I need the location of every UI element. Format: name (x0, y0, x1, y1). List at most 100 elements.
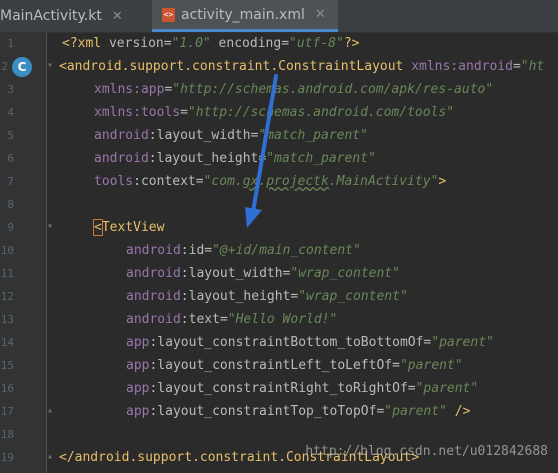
class-gutter-icon[interactable]: C (12, 57, 32, 77)
attribute-value: .MainActivity" (328, 174, 439, 189)
xml-declaration: <?xml (62, 36, 109, 51)
attribute-value: "parent" (415, 381, 479, 396)
fold-marker-icon[interactable]: ▴ (47, 404, 53, 418)
line-number: 17 (0, 405, 14, 418)
watermark: http://blog.csdn.net/u012842688 (305, 444, 548, 459)
attribute-name: :text (180, 312, 220, 327)
line-number: 12 (0, 290, 14, 303)
code-editor[interactable]: <?xml version="1.0" encoding="utf-8"?> <… (59, 33, 558, 473)
namespace-prefix: android (126, 312, 181, 327)
line-number: 5 (7, 129, 14, 142)
attribute-name: :context (133, 174, 196, 189)
code-line: app:layout_constraintLeft_toLeftOf="pare… (62, 358, 463, 374)
fold-marker-icon[interactable]: ▾ (47, 59, 53, 73)
namespace-prefix: android (126, 289, 181, 304)
attribute-value: "Hello World!" (227, 312, 338, 327)
tab-label: MainActivity.kt (0, 8, 102, 24)
attribute-value: "parent" (399, 358, 463, 373)
attribute-value: "1.0" (171, 36, 211, 51)
line-number: 3 (7, 83, 14, 96)
equals: = (204, 243, 213, 258)
line-number: 18 (0, 428, 14, 441)
attribute-value: "wrap_content" (298, 289, 408, 304)
attribute-value: "ht (520, 59, 545, 74)
code-line: xmlns:tools="http://schemas.android.com/… (62, 105, 454, 121)
close-icon[interactable]: ✕ (112, 9, 123, 24)
namespace-prefix: tools (94, 174, 134, 189)
tag-close: > (438, 174, 447, 189)
code-line: android:layout_height="match_parent" (62, 151, 376, 167)
xml-file-icon: <> (162, 7, 175, 22)
attribute-value: "@+id/main_content" (212, 243, 361, 258)
attribute-name: :layout_height (148, 151, 259, 166)
line-number: 14 (0, 336, 14, 349)
attribute-value-typo: gx (242, 174, 259, 189)
equals: = (281, 36, 290, 51)
close-icon[interactable]: ✕ (315, 7, 326, 22)
attribute-name: version (108, 36, 164, 51)
namespace-prefix: app (126, 404, 150, 419)
code-line: android:layout_width="wrap_content" (62, 266, 400, 282)
code-line: android:layout_width="match_parent" (62, 128, 368, 144)
line-number: 8 (7, 198, 14, 211)
equals: = (407, 381, 416, 396)
attribute-name: :layout_width (180, 266, 283, 281)
tag-name: <android.support.constraint.ConstraintLa… (59, 59, 404, 74)
line-number: 19 (0, 451, 14, 464)
attribute-value: "wrap_content" (290, 266, 400, 281)
code-line: <TextView (62, 219, 165, 236)
attribute-value: "parent" (431, 335, 494, 350)
attribute-value: "http://schemas.android.com/tools" (187, 105, 455, 120)
attribute-name: :layout_constraintBottom_toBottomOf (149, 335, 424, 350)
namespace-prefix: android (126, 266, 181, 281)
line-number: 4 (7, 106, 14, 119)
attribute-name: :layout_width (148, 128, 251, 143)
equals: = (512, 59, 521, 74)
equals: = (392, 358, 400, 373)
equals: = (163, 36, 172, 51)
equals: = (195, 174, 204, 189)
line-number: 11 (0, 267, 14, 280)
line-number: 6 (7, 152, 14, 165)
tag-name: TextView (101, 220, 165, 235)
attribute-value: "http://schemas.android.com/apk/res-auto… (172, 82, 494, 97)
equals: = (180, 105, 188, 120)
attribute-value: "com. (203, 174, 243, 189)
attribute-name: :layout_constraintTop_toTopOf (149, 404, 377, 419)
attribute-name: :layout_constraintRight_toRightOf (149, 381, 408, 396)
attribute-name: :layout_constraintLeft_toLeftOf (149, 358, 393, 373)
attribute-value: "match_parent" (258, 128, 368, 143)
attribute-value: "utf-8" (289, 36, 344, 51)
line-number: 7 (7, 175, 14, 188)
tab-label: activity_main.xml (181, 6, 305, 23)
fold-marker-icon[interactable]: ▴ (47, 450, 53, 464)
tab-mainactivity-kt[interactable]: MainActivity.kt ✕ (0, 0, 150, 32)
line-number: 2 (1, 60, 8, 73)
line-number: 1 (7, 37, 14, 50)
line-number: 15 (0, 359, 14, 372)
namespace-attr: xmlns:android (403, 59, 513, 74)
code-line: tools:context="com.gx.projectk.MainActiv… (62, 174, 446, 190)
code-line: android:layout_height="wrap_content" (62, 289, 408, 305)
fold-marker-icon[interactable]: ▾ (47, 220, 53, 234)
code-line: xmlns:app="http://schemas.android.com/ap… (62, 82, 493, 98)
namespace-prefix: app (126, 335, 150, 350)
line-number-gutter: 1 2 3 4 5 6 7 8 9 10 11 12 13 14 15 16 1… (0, 33, 47, 473)
tab-activity-main-xml[interactable]: <> activity_main.xml ✕ (152, 0, 338, 32)
attribute-name: encoding (210, 36, 282, 51)
line-number: 10 (0, 244, 14, 257)
attribute-value: "match_parent" (266, 151, 376, 166)
code-line: <?xml version="1.0" encoding="utf-8"?> (62, 36, 359, 52)
code-line: app:layout_constraintBottom_toBottomOf="… (62, 335, 494, 351)
code-line: <android.support.constraint.ConstraintLa… (59, 59, 544, 75)
attribute-value: "parent" (384, 404, 447, 419)
namespace-prefix: android (94, 128, 149, 143)
code-line: app:layout_constraintRight_toRightOf="pa… (62, 381, 478, 397)
editor-tab-bar: MainActivity.kt ✕ <> activity_main.xml ✕ (0, 0, 558, 33)
attribute-name: :id (180, 243, 205, 258)
equals: = (219, 312, 228, 327)
namespace-attr: xmlns:tools (94, 105, 181, 120)
line-number: 13 (0, 313, 14, 326)
namespace-attr: xmlns:app (94, 82, 165, 97)
xml-declaration-close: ?> (343, 36, 360, 51)
